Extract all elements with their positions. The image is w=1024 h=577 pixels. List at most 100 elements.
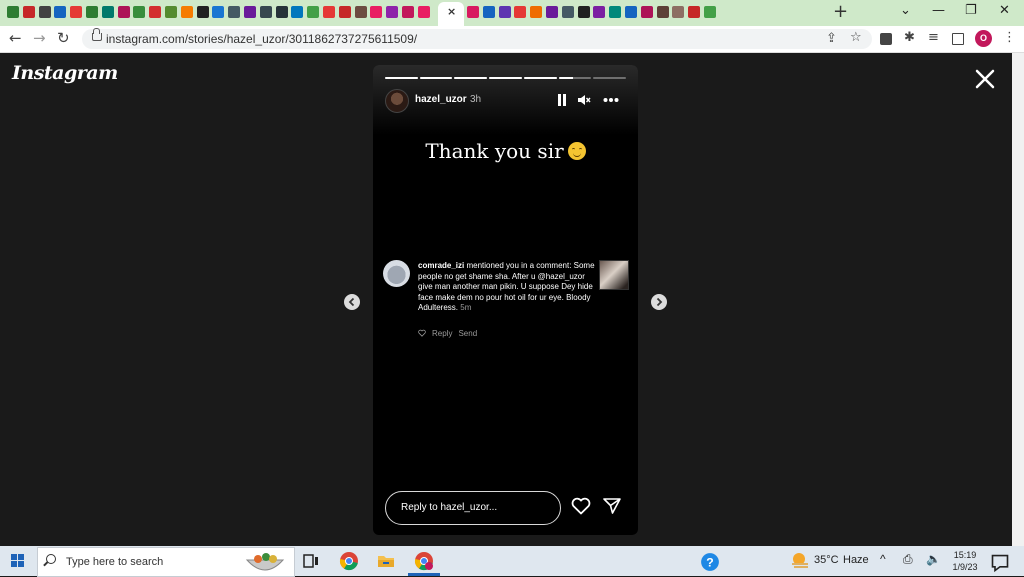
tab-favicon-icon[interactable] bbox=[338, 6, 351, 18]
media-icon[interactable]: ≡ bbox=[928, 31, 939, 45]
tab-favicon-icon[interactable] bbox=[640, 6, 653, 18]
tab-close-icon[interactable]: × bbox=[447, 6, 456, 18]
tab-favicon-icon[interactable] bbox=[117, 6, 130, 18]
chevron-up-icon[interactable]: ^ bbox=[880, 552, 886, 566]
avatar[interactable] bbox=[385, 89, 409, 113]
mute-icon[interactable] bbox=[577, 93, 591, 107]
menu-icon[interactable]: ⋮ bbox=[1003, 31, 1016, 45]
tab-favicon-icon[interactable] bbox=[180, 6, 193, 18]
weather-haze-icon[interactable] bbox=[790, 551, 810, 571]
tab-favicon-icon[interactable] bbox=[467, 6, 479, 18]
tab-favicon-icon[interactable] bbox=[307, 6, 320, 18]
tab-favicon-icon[interactable] bbox=[212, 6, 225, 18]
pause-icon[interactable] bbox=[556, 93, 568, 107]
tab-favicon-icon[interactable] bbox=[417, 6, 430, 18]
like-heart-icon[interactable] bbox=[571, 497, 591, 515]
instagram-page: Instagram hazel_uzor 3h Thank you sir co… bbox=[0, 53, 1012, 546]
extension-icon[interactable] bbox=[880, 33, 892, 45]
tab-favicon-icon[interactable] bbox=[22, 6, 35, 18]
tab-favicon-icon[interactable] bbox=[196, 6, 209, 18]
tab-favicon-icon[interactable] bbox=[672, 6, 685, 18]
tab-favicon-icon[interactable] bbox=[165, 6, 177, 18]
tab-favicon-icon[interactable] bbox=[593, 6, 606, 18]
tab-favicon-icon[interactable] bbox=[514, 6, 527, 18]
tab-favicon-icon[interactable] bbox=[323, 6, 335, 18]
send-link[interactable]: Send bbox=[458, 329, 477, 338]
chrome-taskbar-icon[interactable] bbox=[339, 551, 359, 571]
tab-favicon-icon[interactable] bbox=[530, 6, 543, 18]
instagram-logo[interactable]: Instagram bbox=[12, 62, 118, 84]
volume-icon[interactable]: 🔈 bbox=[926, 552, 941, 566]
tab-favicon-icon[interactable] bbox=[133, 6, 146, 18]
tab-favicon-icon[interactable] bbox=[625, 6, 637, 18]
story-viewer[interactable]: hazel_uzor 3h Thank you sir comrade_izi … bbox=[373, 65, 638, 535]
tab-favicon-icon[interactable] bbox=[386, 6, 399, 18]
help-icon[interactable]: ? bbox=[700, 552, 720, 572]
story-progress-segment bbox=[454, 77, 488, 79]
previous-story-button[interactable] bbox=[344, 294, 360, 310]
windows-start-icon[interactable] bbox=[11, 554, 25, 568]
send-icon[interactable] bbox=[603, 498, 621, 514]
story-progress-segment bbox=[419, 77, 453, 79]
minimize-button[interactable]: — bbox=[932, 4, 945, 18]
tab-favicon-icon[interactable] bbox=[370, 6, 383, 18]
reply-link[interactable]: Reply bbox=[432, 329, 452, 338]
tab-favicon-icon[interactable] bbox=[228, 6, 241, 18]
reload-icon[interactable]: ↻ bbox=[57, 30, 70, 46]
tab-favicon-icon[interactable] bbox=[7, 6, 19, 18]
tab-favicon-icon[interactable] bbox=[275, 6, 288, 18]
tab-favicon-icon[interactable] bbox=[54, 6, 67, 18]
tab-favicon-icon[interactable] bbox=[498, 6, 511, 18]
url-text[interactable]: instagram.com/stories/hazel_uzor/3011862… bbox=[106, 32, 417, 46]
bookmark-star-icon[interactable]: ☆ bbox=[850, 31, 862, 45]
story-username[interactable]: hazel_uzor bbox=[415, 94, 467, 105]
tab-favicon-icon[interactable] bbox=[38, 6, 51, 18]
file-explorer-icon[interactable] bbox=[376, 551, 396, 571]
tab-favicon-icon[interactable] bbox=[656, 6, 669, 18]
weather-text[interactable]: Haze bbox=[843, 554, 869, 566]
notification-icon[interactable] bbox=[990, 553, 1010, 573]
tab-favicon-icon[interactable] bbox=[354, 6, 367, 18]
forward-icon[interactable]: → bbox=[33, 30, 46, 46]
temperature-text[interactable]: 35°C bbox=[814, 554, 839, 566]
close-window-button[interactable]: ✕ bbox=[999, 4, 1010, 18]
profile-avatar[interactable]: O bbox=[975, 30, 992, 47]
share-icon[interactable]: ⇪ bbox=[826, 32, 837, 46]
close-icon[interactable] bbox=[973, 67, 997, 91]
reply-input[interactable]: Reply to hazel_uzor... bbox=[385, 491, 561, 525]
tab-favicon-icon[interactable] bbox=[70, 6, 83, 18]
tab-favicon-icon[interactable] bbox=[86, 6, 98, 18]
tab-favicon-icon[interactable] bbox=[259, 6, 272, 18]
tab-favicon-icon[interactable] bbox=[291, 6, 304, 18]
puzzle-icon[interactable]: ✱ bbox=[904, 31, 915, 45]
chrome-profile-taskbar-icon[interactable] bbox=[414, 551, 434, 571]
tab-favicon-icon[interactable] bbox=[609, 6, 622, 18]
tab-favicon-icon[interactable] bbox=[704, 6, 716, 18]
tab-favicon-icon[interactable] bbox=[546, 6, 558, 18]
search-highlight-image[interactable] bbox=[244, 550, 286, 574]
tab-search-icon[interactable]: ⌄ bbox=[900, 4, 911, 18]
address-bar[interactable]: instagram.com/stories/hazel_uzor/3011862… bbox=[82, 28, 872, 49]
taskbar-search-input[interactable]: Type here to search bbox=[37, 547, 295, 577]
new-tab-button[interactable]: + bbox=[833, 3, 848, 21]
more-options-icon[interactable] bbox=[603, 93, 619, 107]
side-panel-icon[interactable] bbox=[952, 33, 964, 45]
next-story-button[interactable] bbox=[651, 294, 667, 310]
task-view-icon[interactable] bbox=[301, 551, 321, 571]
taskbar-clock[interactable]: 15:19 1/9/23 bbox=[950, 549, 980, 573]
restore-button[interactable]: ❐ bbox=[965, 4, 977, 18]
page-scrollbar[interactable] bbox=[1012, 53, 1024, 546]
back-icon[interactable]: ← bbox=[9, 30, 22, 46]
tab-favicon-icon[interactable] bbox=[402, 6, 414, 18]
svg-text:?: ? bbox=[706, 555, 713, 569]
tab-favicon-icon[interactable] bbox=[101, 6, 114, 18]
tab-favicon-icon[interactable] bbox=[577, 6, 590, 18]
tab-favicon-icon[interactable] bbox=[561, 6, 574, 18]
heart-small-icon[interactable] bbox=[418, 329, 426, 337]
tab-favicon-icon[interactable] bbox=[482, 6, 495, 18]
device-icon[interactable]: ⎙ bbox=[903, 552, 913, 567]
post-thumbnail[interactable] bbox=[599, 260, 629, 290]
tab-favicon-icon[interactable] bbox=[244, 6, 256, 18]
tab-favicon-icon[interactable] bbox=[149, 6, 162, 18]
tab-favicon-icon[interactable] bbox=[688, 6, 701, 18]
